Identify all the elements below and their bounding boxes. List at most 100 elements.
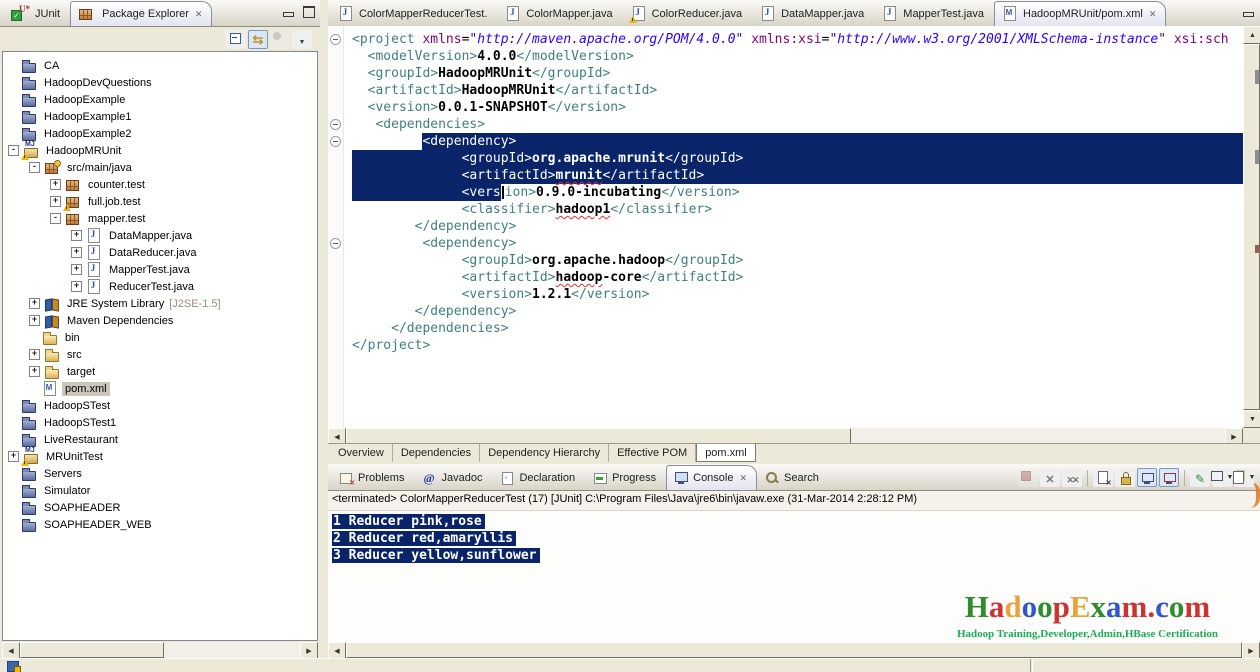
tree-item-maven-dependencies[interactable]: + Maven Dependencies bbox=[3, 312, 317, 329]
tree-item-datamapper-java[interactable]: + DataMapper.java bbox=[3, 227, 317, 244]
tab-progress[interactable]: Progress bbox=[585, 465, 666, 490]
tab-colormapperreducertest-[interactable]: ColorMapperReducerTest. bbox=[330, 1, 497, 26]
code-line[interactable]: <dependency> bbox=[352, 235, 1243, 252]
expander-minus-icon[interactable]: - bbox=[29, 162, 40, 173]
tree-item-mapper-test[interactable]: - mapper.test bbox=[3, 210, 317, 227]
pom-page-tab-pom-xml[interactable]: pom.xml bbox=[696, 444, 756, 462]
link-with-editor-button[interactable] bbox=[248, 29, 268, 49]
fold-collapse-icon[interactable] bbox=[330, 34, 341, 45]
scroll-up-icon[interactable]: ▲ bbox=[1243, 26, 1260, 44]
tree-item-hadoopexample1[interactable]: HadoopExample1 bbox=[3, 108, 317, 125]
code-line[interactable]: <classifier> hadoop1 </classifier> bbox=[352, 201, 1243, 218]
expander-plus-icon[interactable]: + bbox=[50, 179, 61, 190]
expander-minus-icon[interactable]: - bbox=[50, 213, 61, 224]
minimize-icon[interactable] bbox=[1241, 5, 1256, 18]
tab-package-explorer[interactable]: Package Explorer ✕ bbox=[70, 1, 213, 26]
tree-item-datareducer-java[interactable]: + DataReducer.java bbox=[3, 244, 317, 261]
tree-item-src-main-java[interactable]: - src/main/java bbox=[3, 159, 317, 176]
pom-page-tab-dependencies[interactable]: Dependencies bbox=[393, 444, 481, 462]
close-icon[interactable]: ✕ bbox=[1149, 9, 1157, 20]
fold-collapse-icon[interactable] bbox=[330, 136, 341, 147]
code-line[interactable]: <version> 0.0.1-SNAPSHOT </version> bbox=[352, 99, 1243, 116]
tree-item-reducertest-java[interactable]: + ReducerTest.java bbox=[3, 278, 317, 295]
expander-plus-icon[interactable]: + bbox=[71, 281, 82, 292]
close-icon[interactable]: ✕ bbox=[739, 473, 747, 484]
code-line[interactable]: <groupId> org.apache.mrunit </groupId> bbox=[352, 150, 1243, 167]
expander-plus-icon[interactable]: + bbox=[29, 366, 40, 377]
expander-plus-icon[interactable]: + bbox=[8, 451, 19, 462]
show-stderr-button[interactable] bbox=[1159, 468, 1179, 487]
collapse-all-button[interactable] bbox=[226, 29, 246, 49]
tab-mappertest-java[interactable]: MapperTest.java bbox=[874, 1, 994, 26]
display-selected-console-button[interactable]: ▼ bbox=[1212, 468, 1233, 487]
pom-page-tab-overview[interactable]: Overview bbox=[330, 444, 393, 462]
overview-ruler-mark[interactable] bbox=[1255, 70, 1259, 84]
tree-item-pom-xml[interactable]: pom.xml bbox=[3, 380, 317, 397]
panel-sash[interactable] bbox=[320, 0, 328, 658]
code-line[interactable]: <project xmlns = "http://maven.apache.org/… bbox=[352, 31, 1243, 48]
code-line[interactable]: <dependencies> bbox=[352, 116, 1243, 133]
tab-javadoc[interactable]: Javadoc bbox=[414, 465, 492, 490]
expander-plus-icon[interactable]: + bbox=[29, 298, 40, 309]
fold-collapse-icon[interactable] bbox=[330, 119, 341, 130]
tree-item-hadoopexample2[interactable]: HadoopExample2 bbox=[3, 125, 317, 142]
folding-gutter[interactable] bbox=[328, 26, 344, 428]
tab-hadoopmrunit-pom-xml[interactable]: HadoopMRUnit/pom.xml ✕ bbox=[994, 1, 1167, 26]
tab-search[interactable]: Search bbox=[757, 465, 829, 490]
code-line[interactable]: <groupId> org.apache.hadoop </groupId> bbox=[352, 252, 1243, 269]
expander-plus-icon[interactable]: + bbox=[29, 315, 40, 326]
expander-plus-icon[interactable]: + bbox=[29, 349, 40, 360]
tab-colorreducer-java[interactable]: ColorReducer.java bbox=[623, 1, 753, 26]
tree-item-src[interactable]: + src bbox=[3, 346, 317, 363]
expander-plus-icon[interactable]: + bbox=[50, 196, 61, 207]
tree-item-servers[interactable]: Servers bbox=[3, 465, 317, 482]
scroll-lock-button[interactable] bbox=[1115, 468, 1135, 487]
close-icon[interactable]: ✕ bbox=[195, 9, 203, 20]
scroll-down-icon[interactable]: ▼ bbox=[1243, 410, 1260, 428]
tree-item-mrunittest[interactable]: + MRUnitTest bbox=[3, 447, 317, 466]
show-stdout-button[interactable] bbox=[1137, 468, 1157, 487]
console-output[interactable]: 1 Reducer pink,rose 2 Reducer red,amaryll… bbox=[328, 511, 1260, 564]
open-console-button[interactable]: ▼ bbox=[1234, 468, 1256, 487]
code-line[interactable]: <dependency> bbox=[352, 133, 1243, 150]
code-line[interactable]: <version> 1.2.1 </version> bbox=[352, 286, 1243, 303]
tree-item-jre-system-library[interactable]: + JRE System Library [J2SE-1.5] bbox=[3, 295, 317, 312]
code-line[interactable]: <vers ion> 0.9.0-incubating </version> bbox=[352, 184, 1243, 201]
xml-editor[interactable]: <project xmlns = "http://maven.apache.org/… bbox=[328, 26, 1243, 428]
tree-item-soapheader[interactable]: SOAPHEADER bbox=[3, 499, 317, 516]
code-line[interactable]: <modelVersion> 4.0.0 </modelVersion> bbox=[352, 48, 1243, 65]
code-line[interactable]: </dependencies> bbox=[352, 320, 1243, 337]
overview-ruler-mark[interactable] bbox=[1255, 150, 1259, 164]
tree-item-bin[interactable]: bin bbox=[3, 329, 317, 346]
overview-ruler-mark[interactable] bbox=[1255, 245, 1259, 253]
expander-minus-icon[interactable]: - bbox=[8, 145, 19, 156]
tab-declaration[interactable]: Declaration bbox=[492, 465, 585, 490]
scrollbar-thumb[interactable] bbox=[20, 642, 165, 658]
editor-horizontal-scrollbar[interactable]: ◀ ▶ bbox=[328, 428, 1243, 446]
expander-plus-icon[interactable]: + bbox=[71, 247, 82, 258]
expander-plus-icon[interactable]: + bbox=[71, 230, 82, 241]
pom-page-tab-dependency-hierarchy[interactable]: Dependency Hierarchy bbox=[480, 444, 610, 462]
tree-item-hadoopstest1[interactable]: HadoopSTest1 bbox=[3, 414, 317, 431]
tree-item-hadoopmrunit[interactable]: - HadoopMRUnit bbox=[3, 141, 317, 160]
tree-item-full-job-test[interactable]: + full.job.test bbox=[3, 193, 317, 211]
tree-horizontal-scrollbar[interactable]: ◀ ▶ bbox=[2, 642, 318, 660]
code-line[interactable]: <artifactId> mrunit </artifactId> bbox=[352, 167, 1243, 184]
editor-vertical-scrollbar[interactable]: ▲ ▼ bbox=[1243, 26, 1260, 428]
maximize-icon[interactable] bbox=[301, 5, 316, 18]
tab-problems[interactable]: Problems bbox=[331, 465, 414, 490]
remove-all-terminated-button[interactable] bbox=[1062, 468, 1082, 487]
tree-item-liverestaurant[interactable]: LiveRestaurant bbox=[3, 431, 317, 448]
expander-plus-icon[interactable]: + bbox=[71, 264, 82, 275]
code-line[interactable]: </dependency> bbox=[352, 218, 1243, 235]
dropdown-arrow-icon[interactable]: ▼ bbox=[1249, 474, 1256, 481]
tab-colormapper-java[interactable]: ColorMapper.java bbox=[497, 1, 622, 26]
tree-item-target[interactable]: + target bbox=[3, 363, 317, 380]
tree-item-hadoopstest[interactable]: HadoopSTest bbox=[3, 397, 317, 414]
tab-junit[interactable]: JUnit bbox=[3, 1, 70, 26]
tree-item-simulator[interactable]: Simulator bbox=[3, 482, 317, 499]
tree-item-hadoopexample[interactable]: HadoopExample bbox=[3, 91, 317, 108]
tab-datamapper-java[interactable]: DataMapper.java bbox=[752, 1, 874, 26]
code-lines[interactable]: <project xmlns = "http://maven.apache.org/… bbox=[344, 26, 1243, 428]
scrollbar-thumb[interactable] bbox=[346, 428, 852, 444]
